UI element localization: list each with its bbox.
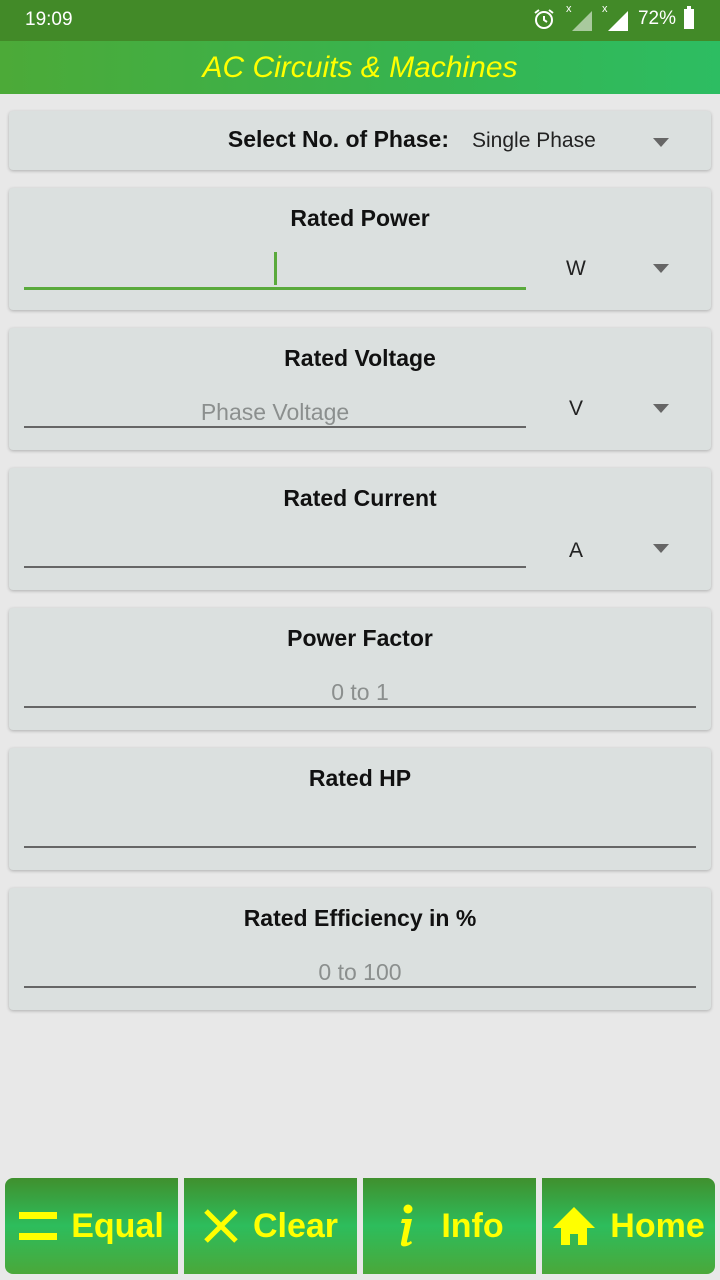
equal-button[interactable]: Equal [5, 1178, 178, 1274]
battery-icon [684, 6, 694, 29]
phase-dropdown[interactable]: Single Phase [464, 111, 704, 170]
rated-voltage-input[interactable] [24, 398, 526, 426]
rated-efficiency-input-wrapper [24, 958, 696, 988]
rated-current-input-wrapper [24, 538, 526, 568]
power-factor-input-wrapper [24, 678, 696, 708]
signal-icon-sim1: x [566, 3, 592, 31]
equal-button-label: Equal [71, 1206, 164, 1245]
current-unit-value: A [569, 539, 584, 562]
rated-voltage-card: Rated Voltage V [9, 328, 711, 450]
signal-icon-sim2: x [602, 3, 628, 31]
rated-power-title: Rated Power [290, 205, 430, 231]
home-icon [552, 1206, 596, 1246]
app-bar: AC Circuits & Machines [0, 41, 720, 94]
rated-voltage-title: Rated Voltage [284, 345, 436, 371]
status-icons: x x 72% [532, 3, 694, 31]
rated-power-card: Rated Power W [9, 188, 711, 310]
info-button-label: Info [441, 1206, 504, 1245]
app-title: AC Circuits & Machines [202, 50, 518, 84]
rated-voltage-input-wrapper [24, 398, 526, 428]
alarm-icon [534, 9, 554, 29]
home-button-label: Home [610, 1206, 705, 1245]
rated-hp-title: Rated HP [308, 765, 412, 791]
battery-percent: 72% [637, 8, 676, 29]
power-unit-value: W [566, 257, 586, 280]
rated-efficiency-input[interactable] [24, 958, 696, 986]
current-unit-dropdown[interactable]: A [549, 528, 699, 568]
close-icon [203, 1208, 239, 1244]
rated-current-title: Rated Current [283, 485, 437, 511]
equals-icon [19, 1211, 58, 1241]
dropdown-arrow-icon [653, 138, 669, 147]
dropdown-arrow-icon [653, 264, 669, 273]
rated-efficiency-card: Rated Efficiency in % [9, 888, 711, 1010]
power-factor-input[interactable] [24, 678, 696, 706]
status-time: 19:09 [25, 9, 73, 30]
dropdown-arrow-icon [653, 404, 669, 413]
clear-button[interactable]: Clear [184, 1178, 357, 1274]
power-factor-title: Power Factor [287, 625, 433, 651]
rated-hp-card: Rated HP [9, 748, 711, 870]
power-factor-card: Power Factor [9, 608, 711, 730]
phase-label: Select No. of Phase: [227, 126, 449, 152]
clear-button-label: Clear [252, 1206, 339, 1245]
voltage-unit-value: V [569, 397, 584, 420]
rated-hp-input-wrapper [24, 818, 696, 848]
info-icon [395, 1204, 415, 1248]
phase-dropdown-value: Single Phase [472, 129, 596, 152]
rated-current-card: Rated Current A [9, 468, 711, 590]
phase-selector-card: Select No. of Phase: Single Phase [9, 111, 711, 170]
info-button[interactable]: Info [363, 1178, 536, 1274]
text-cursor [274, 252, 277, 285]
rated-power-input-wrapper [24, 252, 526, 290]
bottom-button-bar: Equal Clear Info Home [5, 1178, 715, 1275]
dropdown-arrow-icon [653, 544, 669, 553]
rated-current-input[interactable] [24, 538, 526, 566]
rated-hp-input[interactable] [24, 818, 696, 846]
power-unit-dropdown[interactable]: W [549, 248, 699, 288]
voltage-unit-dropdown[interactable]: V [549, 388, 699, 428]
rated-efficiency-title: Rated Efficiency in % [243, 905, 477, 931]
status-bar: 19:09 x x 72% [0, 0, 720, 41]
home-button[interactable]: Home [542, 1178, 715, 1274]
